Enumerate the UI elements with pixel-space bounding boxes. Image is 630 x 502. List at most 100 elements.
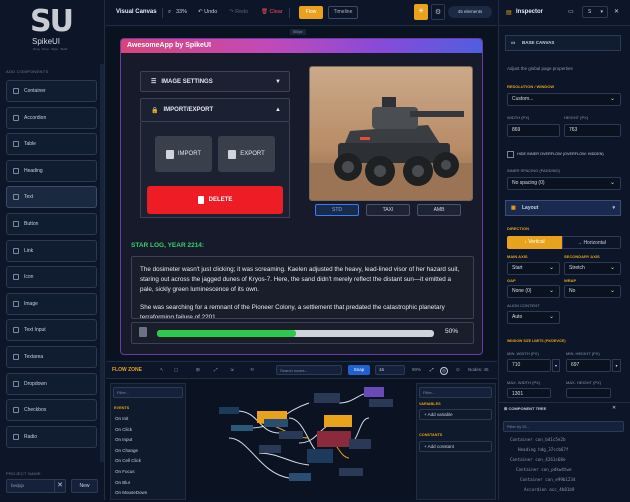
tree-node[interactable]: Heading hdg_37ccb67f: [518, 447, 568, 452]
fit-view-icon[interactable]: ⤢: [430, 367, 434, 372]
gap-select[interactable]: None (0) ⌄: [507, 285, 560, 298]
redo-button[interactable]: ↷ Redo: [229, 9, 248, 15]
timeline-button[interactable]: Timeline: [328, 6, 358, 19]
component-container[interactable]: Container: [6, 80, 97, 102]
image-settings-accordion[interactable]: ☰ IMAGE SETTINGS ▼: [140, 71, 290, 92]
min-height-unit[interactable]: ▾: [612, 359, 621, 372]
flow-toggle-button[interactable]: Flow: [299, 6, 323, 19]
max-height-input[interactable]: [566, 388, 611, 398]
event-item[interactable]: On Input: [115, 437, 132, 442]
component-textarea[interactable]: Textarea: [6, 346, 97, 368]
collapse-tree-icon[interactable]: ✕: [612, 405, 616, 411]
wrap-select[interactable]: No ⌄: [564, 285, 621, 298]
event-item[interactable]: On MouseDown: [115, 490, 147, 495]
layout-section[interactable]: ▦ Layout ▾: [505, 200, 621, 216]
secondary-axis-select[interactable]: Stretch ⌄: [564, 262, 621, 275]
component-icon[interactable]: Icon: [6, 266, 97, 289]
zoom-icon[interactable]: ⌕: [168, 9, 171, 16]
flow-graph[interactable]: [189, 383, 414, 500]
main-axis-select[interactable]: Start ⌄: [507, 262, 560, 275]
breakpoint-select[interactable]: S ▾: [582, 6, 608, 18]
base-canvas-section[interactable]: ▭ BASE CANVAS: [505, 35, 621, 51]
chip-taxi[interactable]: TAXI: [366, 204, 410, 216]
component-dropdown[interactable]: Dropdown: [6, 372, 97, 395]
component-text[interactable]: Text: [6, 186, 97, 209]
component-label: Table: [24, 141, 36, 148]
component-image[interactable]: Image: [6, 292, 97, 315]
flow-tool-icon[interactable]: ⇲: [230, 367, 234, 373]
tree-node[interactable]: Container con_pdkw4twe: [516, 467, 571, 472]
event-item[interactable]: On Change: [115, 448, 138, 453]
width-input[interactable]: 869: [507, 124, 560, 137]
event-item[interactable]: On Focus: [115, 469, 135, 474]
event-item[interactable]: On Blur: [115, 480, 130, 485]
story-paragraph: She was searching for a remnant of the P…: [140, 304, 445, 319]
tree-node[interactable]: Container con_4261c68e: [510, 457, 565, 462]
story-textarea[interactable]: The dosimeter wasn't just clicking; it w…: [131, 256, 474, 319]
clear-button[interactable]: 🗑 Clear: [261, 9, 283, 15]
min-height-input[interactable]: 697: [566, 359, 611, 372]
vertical-button[interactable]: ↓ Vertical: [507, 236, 562, 249]
add-variable-button[interactable]: + Add variable: [419, 409, 492, 420]
flow-tool-icon[interactable]: ⟲: [250, 367, 254, 373]
tree-node[interactable]: Container con_bd1c5e2b: [510, 437, 565, 442]
tree-filter-input[interactable]: Filter by ID...: [503, 421, 624, 432]
chip-std[interactable]: STD: [315, 204, 359, 216]
events-filter-input[interactable]: Filter...: [113, 387, 183, 398]
chevron-down-icon: ▼: [275, 78, 281, 85]
flow-tool-icon[interactable]: ▢: [174, 367, 178, 373]
component-button[interactable]: Button: [6, 213, 97, 235]
camera-icon[interactable]: ⊙: [456, 367, 460, 373]
max-width-input[interactable]: 1301: [507, 388, 551, 398]
height-input[interactable]: 763: [564, 124, 621, 137]
component-heading[interactable]: Heading: [6, 159, 97, 182]
snap-toggle[interactable]: Snap: [348, 365, 370, 375]
delete-button[interactable]: DELETE: [147, 186, 283, 214]
close-icon[interactable]: ✕: [614, 8, 619, 15]
grid-size-value: 16: [379, 367, 385, 372]
focus-icon[interactable]: ◎: [440, 367, 448, 375]
grid-size-select[interactable]: 16: [375, 365, 405, 375]
event-item[interactable]: On Init: [115, 416, 128, 421]
variables-filter-input[interactable]: Filter...: [419, 387, 492, 398]
new-project-button[interactable]: New: [71, 479, 98, 493]
event-item[interactable]: On Cell Click: [115, 458, 141, 463]
component-table[interactable]: Table: [6, 133, 97, 156]
min-width-unit[interactable]: ▾: [552, 359, 560, 372]
flow-tool-icon[interactable]: ↖: [160, 367, 164, 373]
component-accordion[interactable]: Accordion: [6, 106, 97, 129]
theme-icon[interactable]: ☀: [414, 4, 428, 20]
horizontal-button[interactable]: → Horizontal: [562, 236, 621, 249]
hide-overflow-checkbox[interactable]: [507, 151, 514, 158]
event-item[interactable]: On Click: [115, 427, 132, 432]
chip-amb[interactable]: AMB: [417, 204, 461, 216]
add-constant-button[interactable]: + Add constant: [419, 441, 492, 452]
node-search-input[interactable]: Search nodes...: [276, 365, 342, 375]
settings-icon[interactable]: ⚙: [431, 4, 445, 20]
vehicle-image: [309, 66, 473, 201]
import-export-accordion[interactable]: 🔒 IMPORT/EXPORT ▲: [140, 98, 290, 122]
resolution-select[interactable]: Custom... ⌄: [507, 93, 621, 106]
component-text-input[interactable]: Text Input: [6, 319, 97, 342]
component-checkbox[interactable]: Checkbox: [6, 399, 97, 422]
min-width-input[interactable]: 710: [507, 359, 551, 372]
flow-tool-icon[interactable]: ⊞: [196, 367, 200, 373]
max-width-label: MAX. WIDTH (PX): [507, 380, 541, 385]
inner-spacing-select[interactable]: No spacing (0) ⌄: [507, 177, 621, 190]
device-icon[interactable]: ▭: [568, 8, 574, 15]
min-height-label: MIN. HEIGHT (PX): [566, 351, 600, 356]
clear-project-button[interactable]: ✕: [54, 479, 66, 493]
sidebar-scrollbar[interactable]: [100, 64, 104, 462]
export-button[interactable]: EXPORT: [218, 136, 275, 172]
component-link[interactable]: Link: [6, 239, 97, 262]
zoom-level[interactable]: 33%: [176, 9, 187, 15]
undo-button[interactable]: ↶ Undo: [198, 9, 217, 15]
align-content-select[interactable]: Auto ⌄: [507, 311, 560, 324]
component-radio[interactable]: Radio: [6, 425, 97, 448]
chevron-up-icon: ▲: [275, 107, 281, 113]
tree-node[interactable]: Accordion acc_4b81b9: [524, 487, 574, 492]
import-button[interactable]: IMPORT: [155, 136, 212, 172]
flow-tool-icon[interactable]: ⤢: [214, 367, 218, 372]
tree-node[interactable]: Container con_e99b1234: [520, 477, 575, 482]
direction-label: DIRECTION: [507, 226, 529, 231]
